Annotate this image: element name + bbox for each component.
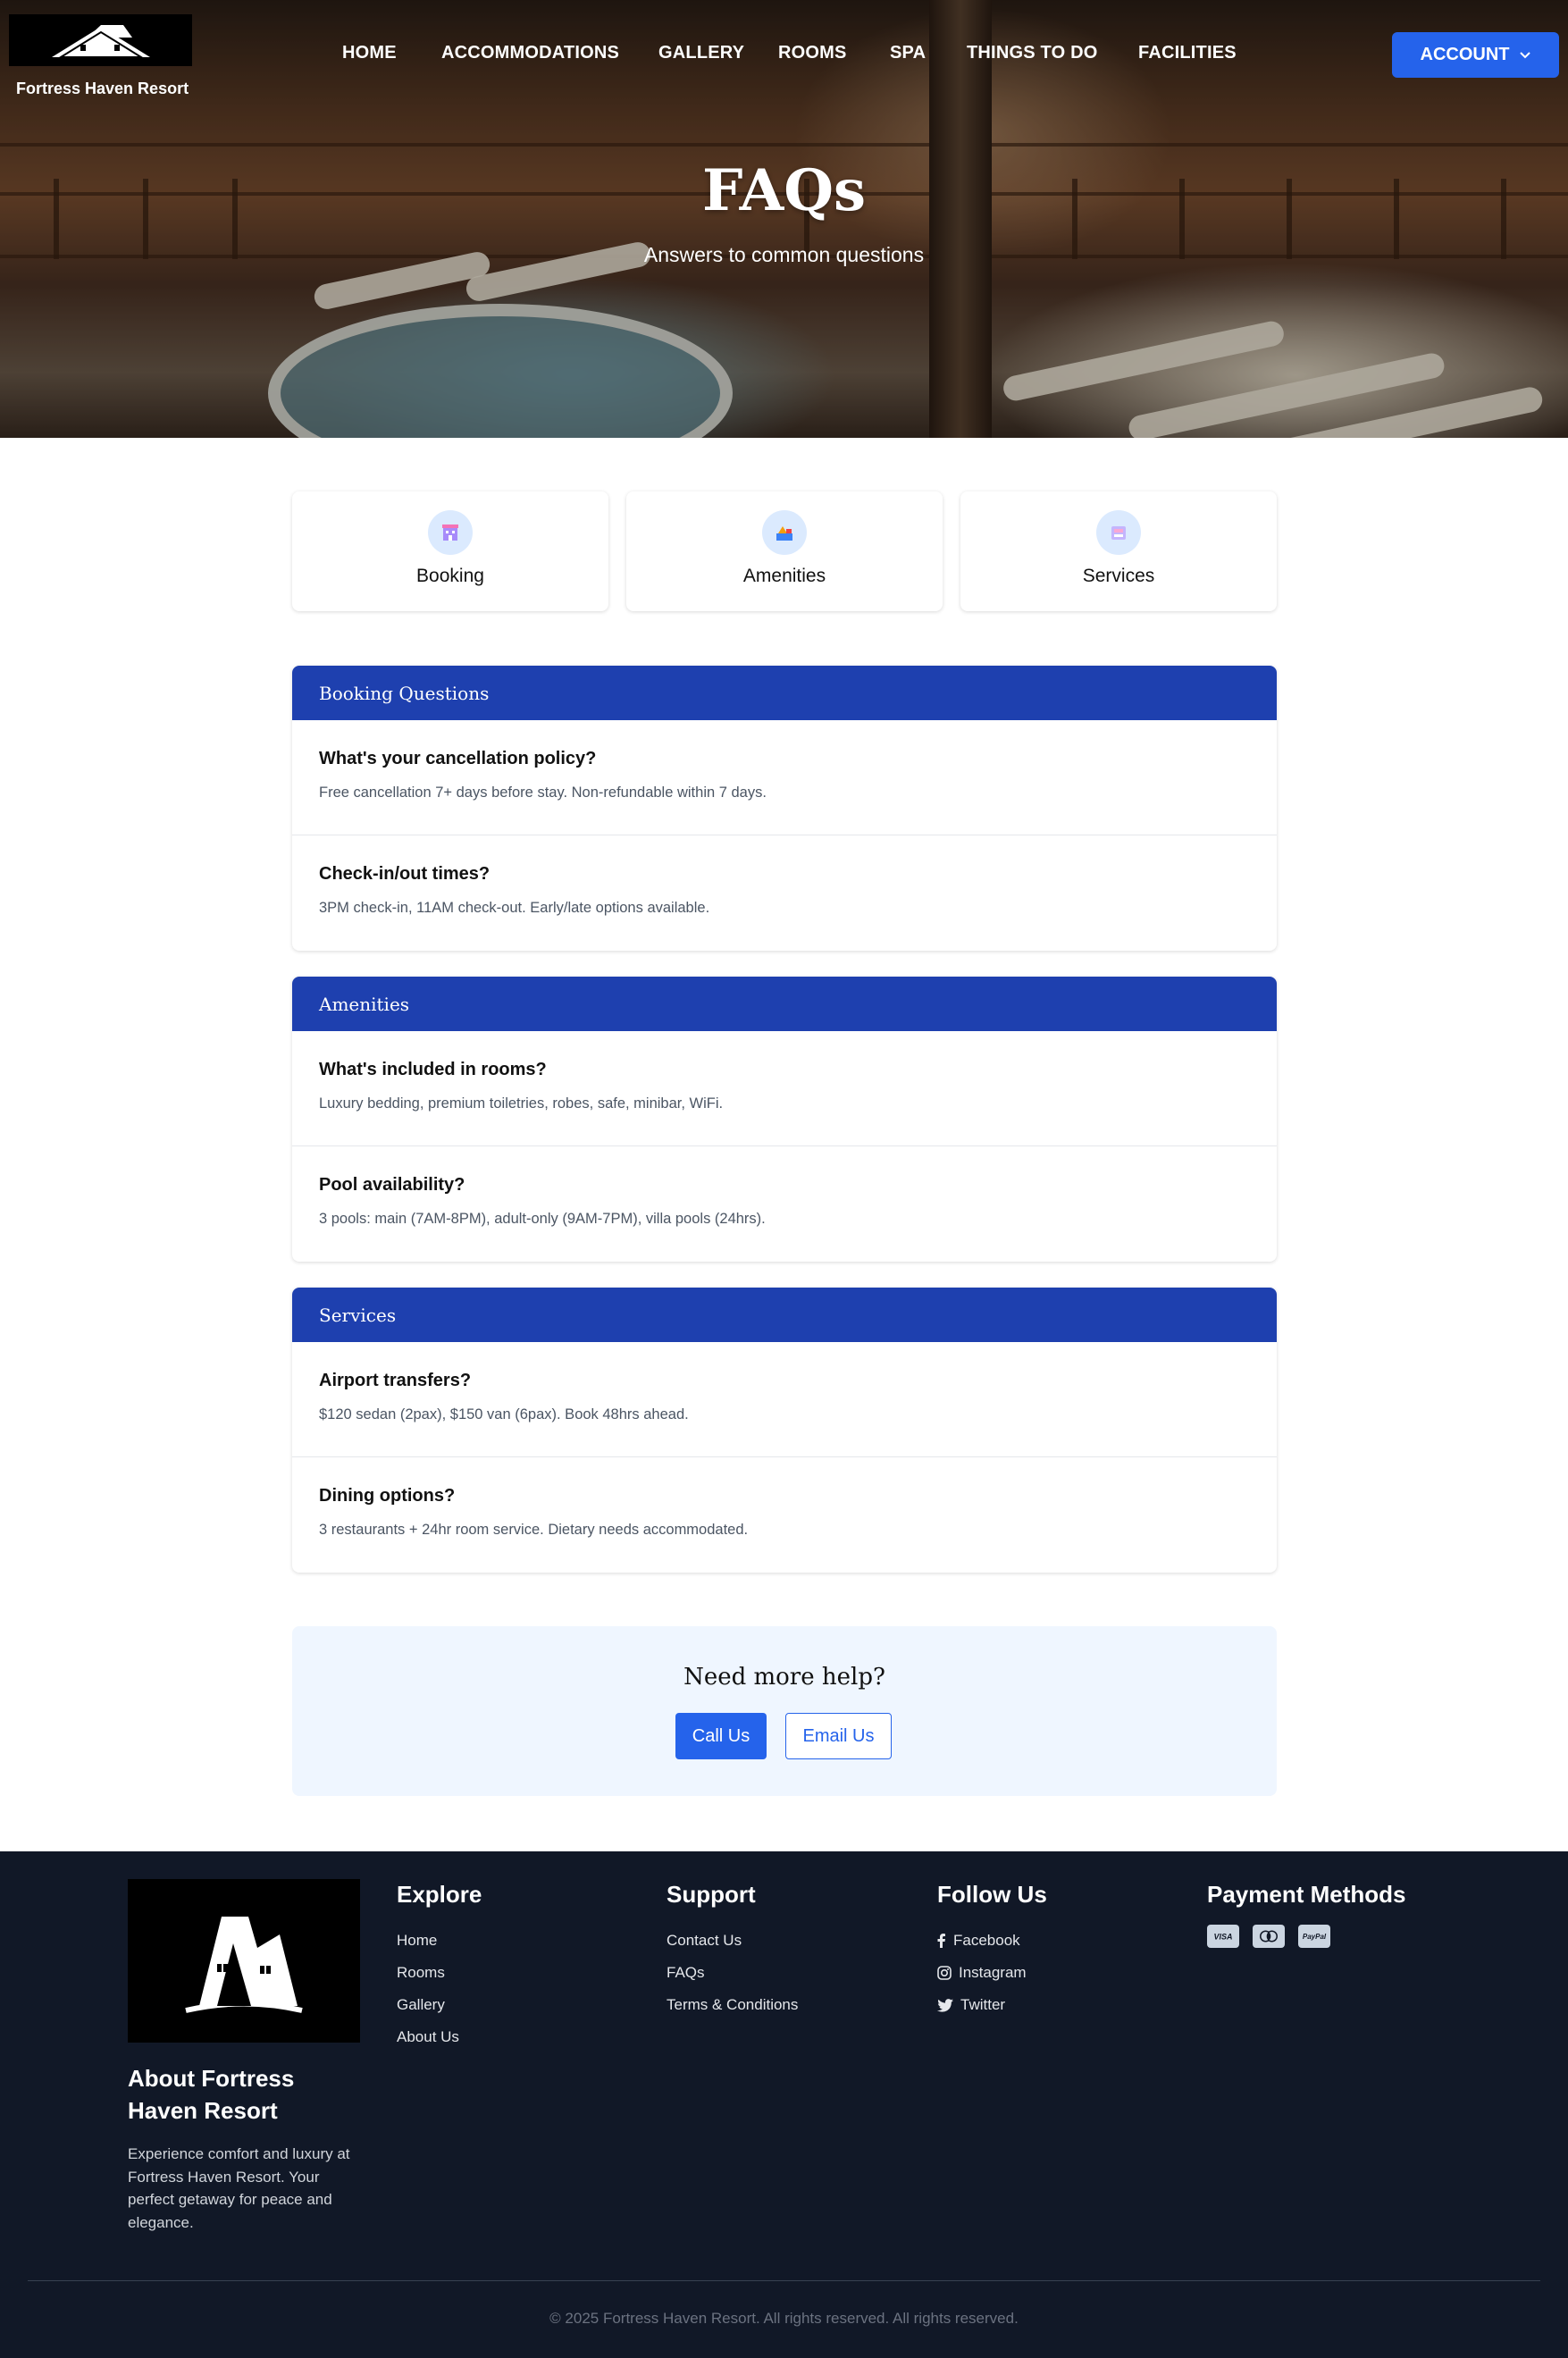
section-header: Amenities (292, 977, 1277, 1031)
nav-home[interactable]: HOME (342, 43, 397, 63)
footer-support: Support Contact Us FAQs Terms & Conditio… (667, 1881, 798, 2021)
page-title: FAQs (701, 157, 867, 224)
footer-link-label: Instagram (959, 1964, 1027, 1981)
footer-logo[interactable] (128, 1879, 360, 2043)
house-logo-icon (185, 1916, 303, 2013)
footer-heading: Support (667, 1881, 756, 1908)
nav-facilities[interactable]: FACILITIES (1138, 43, 1237, 63)
footer-link-faqs[interactable]: FAQs (667, 1957, 798, 1989)
faq-question: What's your cancellation policy? (319, 749, 597, 768)
faq-answer: Free cancellation 7+ days before stay. N… (319, 785, 767, 801)
section-header: Services (292, 1288, 1277, 1342)
footer-heading: Explore (397, 1881, 482, 1908)
faq-item[interactable]: Airport transfers? $120 sedan (2pax), $1… (292, 1342, 1277, 1457)
faq-section-booking: Booking Questions What's your cancellati… (292, 666, 1277, 951)
svg-text:PayPal: PayPal (1303, 1933, 1327, 1941)
hotel-icon (428, 510, 473, 555)
footer-link-label: Twitter (960, 1996, 1006, 2013)
category-label: Booking (416, 566, 484, 586)
category-label: Amenities (742, 566, 826, 586)
faq-question: Airport transfers? (319, 1371, 472, 1390)
footer-follow: Follow Us Facebook Instagram Twitter (937, 1881, 1047, 2021)
logo[interactable] (9, 14, 192, 66)
footer-heading: Payment Methods (1207, 1881, 1406, 1908)
footer-heading: Follow Us (937, 1881, 1047, 1908)
faq-answer: $120 sedan (2pax), $150 van (6pax). Book… (319, 1406, 689, 1422)
help-box: Need more help? Call Us Email Us (292, 1626, 1277, 1796)
footer-link-label: Facebook (953, 1932, 1020, 1949)
email-us-button[interactable]: Email Us (785, 1713, 892, 1759)
nav-gallery[interactable]: GALLERY (658, 43, 744, 63)
footer-link-home[interactable]: Home (397, 1925, 482, 1957)
paypal-icon: PayPal (1298, 1925, 1330, 1948)
faq-section-amenities: Amenities What's included in rooms? Luxu… (292, 977, 1277, 1262)
nav-spa[interactable]: SPA (890, 43, 926, 63)
faq-question: Check-in/out times? (319, 864, 491, 884)
footer-link-terms[interactable]: Terms & Conditions (667, 1989, 798, 2021)
faq-item[interactable]: Check-in/out times? 3PM check-in, 11AM c… (292, 835, 1277, 951)
facebook-icon (937, 1934, 945, 1948)
nav-accommodations[interactable]: ACCOMMODATIONS (441, 43, 619, 63)
footer-about-title: About Fortress Haven Resort (128, 2065, 295, 2124)
category-label: Services (1082, 566, 1155, 586)
footer-link-facebook[interactable]: Facebook (937, 1925, 1047, 1957)
faq-item[interactable]: Pool availability? 3 pools: main (7AM-8P… (292, 1146, 1277, 1262)
faq-item[interactable]: What's your cancellation policy? Free ca… (292, 720, 1277, 835)
category-card-services[interactable]: Services (960, 491, 1277, 611)
faq-question: Dining options? (319, 1486, 456, 1506)
twitter-icon (937, 1998, 953, 2012)
account-button[interactable]: ACCOUNT (1392, 32, 1559, 78)
footer: About Fortress Haven Resort Experience c… (0, 1851, 1568, 2358)
services-icon (1096, 510, 1141, 555)
category-card-booking[interactable]: Booking (292, 491, 608, 611)
site-name: Fortress Haven Resort (16, 80, 189, 97)
copyright: © 2025 Fortress Haven Resort. All rights… (549, 2310, 1019, 2327)
footer-about-text: Experience comfort and luxury at Fortres… (128, 2145, 350, 2231)
footer-link-about[interactable]: About Us (397, 2021, 482, 2053)
house-logo-icon (51, 25, 150, 58)
amenities-icon (762, 510, 807, 555)
faq-question: Pool availability? (319, 1175, 465, 1195)
footer-link-rooms[interactable]: Rooms (397, 1957, 482, 1989)
footer-payment: Payment Methods VISA PayPal (1207, 1881, 1406, 1948)
svg-text:VISA: VISA (1213, 1933, 1232, 1942)
payment-methods: VISA PayPal (1207, 1925, 1406, 1948)
account-label: ACCOUNT (1420, 45, 1510, 64)
section-header: Booking Questions (292, 666, 1277, 720)
mastercard-icon (1253, 1925, 1285, 1948)
page-subtitle: Answers to common questions (643, 243, 925, 266)
faq-item[interactable]: Dining options? 3 restaurants + 24hr roo… (292, 1457, 1277, 1573)
footer-link-instagram[interactable]: Instagram (937, 1957, 1047, 1989)
faq-section-services: Services Airport transfers? $120 sedan (… (292, 1288, 1277, 1573)
footer-link-contact[interactable]: Contact Us (667, 1925, 798, 1957)
nav-things-to-do[interactable]: THINGS TO DO (967, 43, 1097, 63)
faq-answer: Luxury bedding, premium toiletries, robe… (319, 1095, 724, 1112)
faq-item[interactable]: What's included in rooms? Luxury bedding… (292, 1031, 1277, 1146)
call-us-button[interactable]: Call Us (675, 1713, 767, 1759)
instagram-icon (937, 1966, 952, 1980)
footer-link-twitter[interactable]: Twitter (937, 1989, 1047, 2021)
chevron-down-icon (1519, 51, 1530, 58)
footer-link-gallery[interactable]: Gallery (397, 1989, 482, 2021)
category-card-amenities[interactable]: Amenities (626, 491, 943, 611)
help-title: Need more help? (683, 1664, 885, 1691)
faq-answer: 3 pools: main (7AM-8PM), adult-only (9AM… (319, 1211, 766, 1227)
nav-rooms[interactable]: ROOMS (778, 43, 847, 63)
faq-answer: 3PM check-in, 11AM check-out. Early/late… (319, 900, 710, 916)
faq-answer: 3 restaurants + 24hr room service. Dieta… (319, 1522, 749, 1538)
faq-question: What's included in rooms? (319, 1060, 547, 1079)
visa-icon: VISA (1207, 1925, 1239, 1948)
footer-divider (28, 2280, 1540, 2281)
footer-explore: Explore Home Rooms Gallery About Us (397, 1881, 482, 2053)
